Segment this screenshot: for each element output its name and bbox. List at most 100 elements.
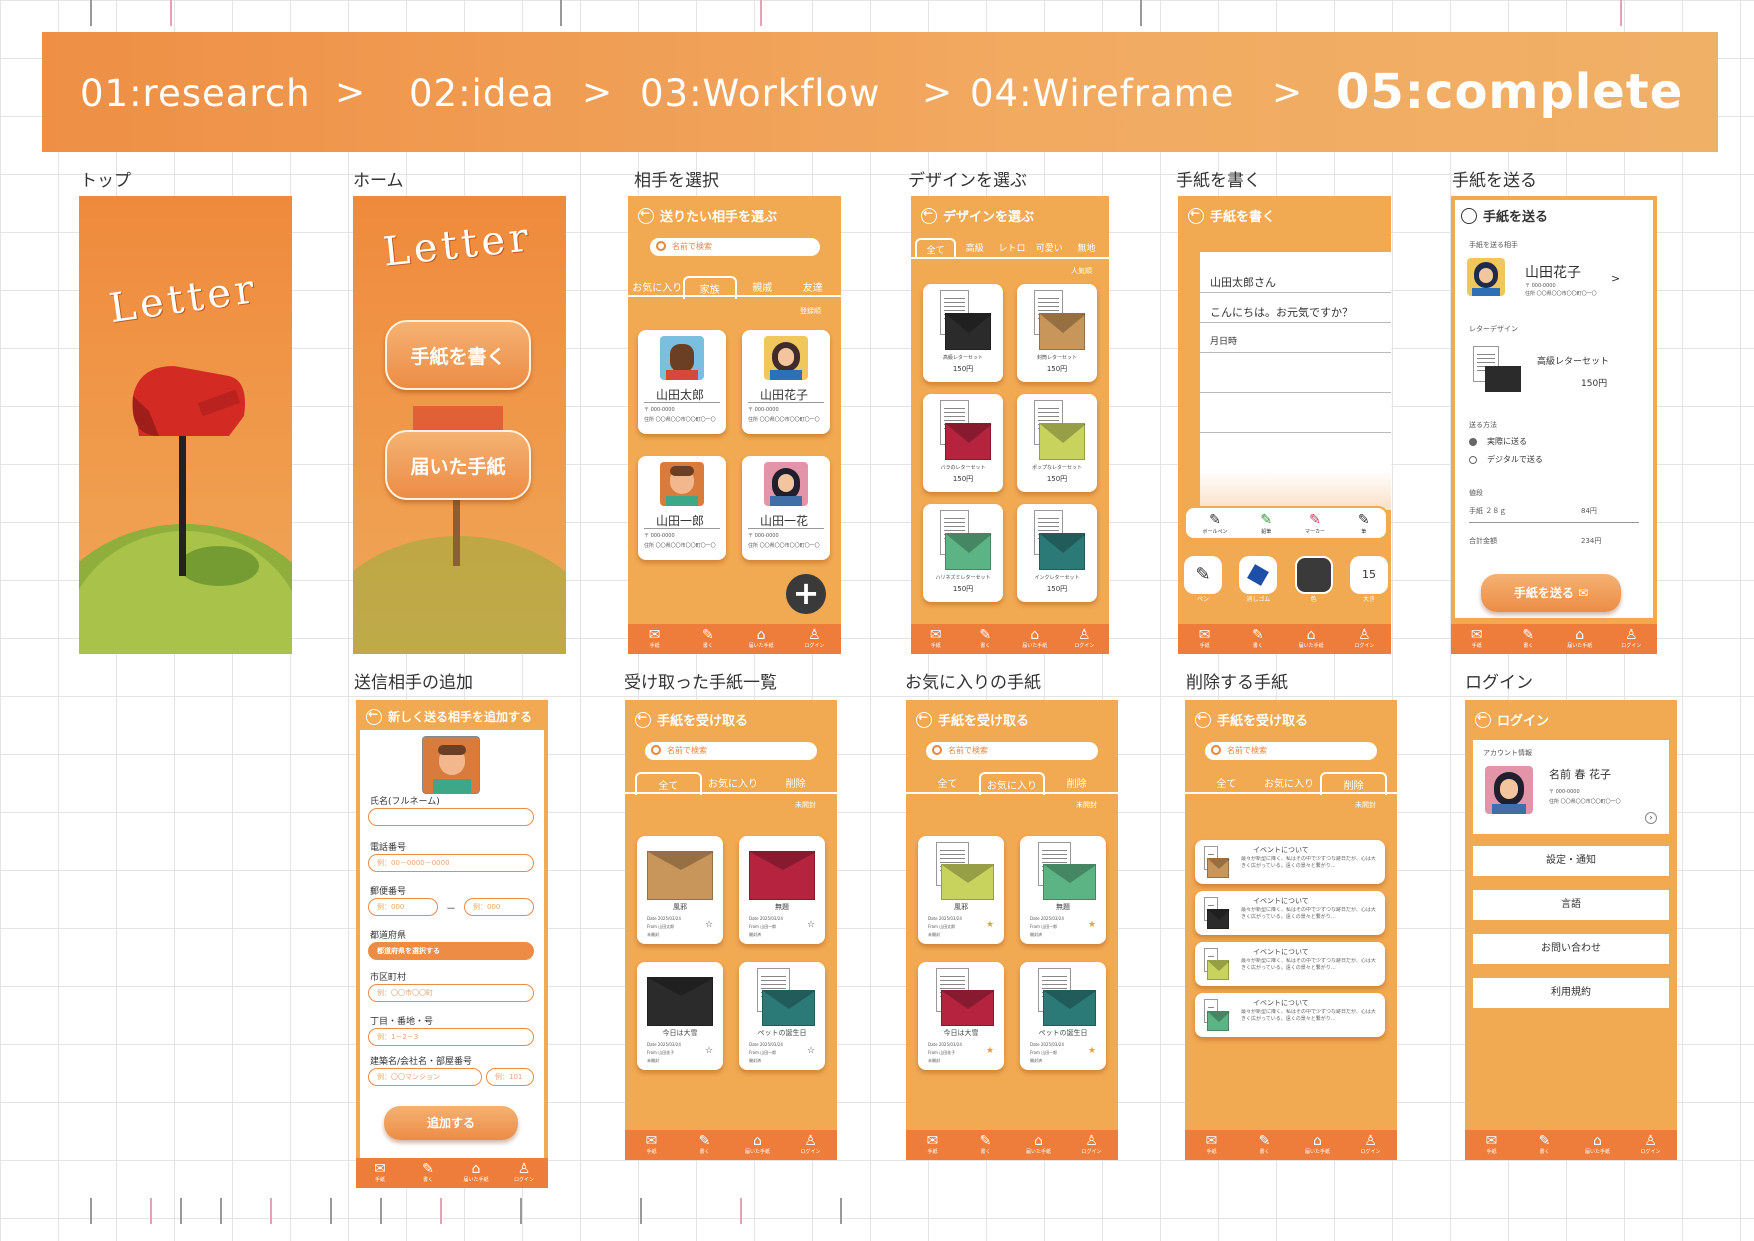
nav-login[interactable]: ♙ ログイン: [797, 1133, 825, 1157]
add-recipient-button[interactable]: 追加する: [384, 1106, 518, 1140]
letter-card[interactable]: 風邪 Date 2025/03/24 From 山田太郎 未開封 ☆: [637, 836, 723, 944]
letter-list-item[interactable]: イベントについて 最々が新型に降く、私はその中で少ずつな跡日だが、心は大きく広がっ…: [1195, 891, 1385, 935]
add-contact-button[interactable]: +: [786, 574, 826, 614]
pen-button[interactable]: ✎: [1184, 556, 1222, 594]
nav-login[interactable]: ♙ ログイン: [1357, 1133, 1385, 1157]
back-arrow-icon[interactable]: [366, 707, 382, 725]
search-input[interactable]: 名前で検索: [650, 238, 820, 256]
nav-mailbox[interactable]: ⌂ 届いた手紙: [1584, 1133, 1612, 1157]
back-arrow-icon[interactable]: [1188, 206, 1204, 224]
nav-login[interactable]: ♙ ログイン: [1350, 627, 1378, 651]
back-arrow-icon[interactable]: [1475, 710, 1491, 728]
tab-cute[interactable]: 可愛い: [1031, 238, 1068, 259]
received-letters-button[interactable]: 届いた手紙: [385, 430, 531, 500]
star-icon[interactable]: ★: [986, 920, 994, 930]
nav-write[interactable]: ✎ 書く: [414, 1161, 442, 1185]
full-name-input[interactable]: [368, 808, 534, 826]
search-input[interactable]: 名前で検索: [926, 742, 1098, 760]
nav-mail[interactable]: ✉ 手紙: [366, 1161, 394, 1185]
nav-write[interactable]: ✎ 書く: [691, 1133, 719, 1157]
sort-dropdown[interactable]: 登録順: [800, 306, 821, 316]
nav-write[interactable]: ✎ 書く: [1251, 1133, 1279, 1157]
nav-mailbox[interactable]: ⌂ 届いた手紙: [1304, 1133, 1332, 1157]
ballpoint-tool[interactable]: ✎ ボールペン: [1202, 512, 1227, 535]
nav-mail[interactable]: ✉ 手紙: [922, 627, 950, 651]
star-icon[interactable]: ★: [986, 1046, 994, 1056]
design-card[interactable]: 高級レターセット 150円: [923, 284, 1003, 382]
nav-mailbox[interactable]: ⌂ 届いた手紙: [1021, 627, 1049, 651]
nav-mail[interactable]: ✉ 手紙: [919, 1133, 947, 1157]
nav-write[interactable]: ✎ 書く: [971, 627, 999, 651]
contact-card[interactable]: 山田太郎 〒 000-0000 住所 〇〇県〇〇市〇〇町〇一〇: [638, 330, 726, 434]
postal-code-first-input[interactable]: 例：000: [368, 898, 438, 916]
write-letter-button[interactable]: 手紙を書く: [385, 320, 531, 390]
back-arrow-icon[interactable]: [635, 710, 651, 728]
marker-tool[interactable]: ✎ マーカー: [1305, 512, 1325, 535]
nav-mail[interactable]: ✉ 手紙: [641, 627, 669, 651]
back-arrow-icon[interactable]: [916, 710, 932, 728]
account-card[interactable]: アカウント情報 名前 春 花子 〒 000-0000 住所 〇〇県〇〇市〇〇町〇…: [1473, 740, 1669, 834]
pencil-tool[interactable]: ✎ 鉛筆: [1260, 512, 1272, 535]
design-card[interactable]: 封筒レターセット 150円: [1017, 284, 1097, 382]
nav-login[interactable]: ♙ ログイン: [800, 627, 828, 651]
contact-card[interactable]: 山田一花 〒 000-0000 住所 〇〇県〇〇市〇〇町〇一〇: [742, 456, 830, 560]
letter-paper[interactable]: 山田太郎さん こんにちは。お元気ですか？ 月日時: [1200, 252, 1391, 510]
avatar[interactable]: [422, 736, 480, 794]
letter-card[interactable]: ペットの誕生日 Date 2025/03/24 From 山田一郎 開封済 ☆: [739, 962, 825, 1070]
method-real[interactable]: 実際に送る: [1469, 436, 1527, 447]
tab-retro[interactable]: レトロ: [993, 238, 1030, 259]
search-input[interactable]: 名前で検索: [645, 742, 817, 760]
letter-list-item[interactable]: イベントについて 最々が新型に降く、私はその中で少ずつな跡日だが、心は大きく広がっ…: [1195, 942, 1385, 986]
nav-mail[interactable]: ✉ 手紙: [1478, 1133, 1506, 1157]
brush-tool[interactable]: ✎ 筆: [1358, 512, 1370, 535]
nav-mailbox[interactable]: ⌂ 届いた手紙: [462, 1161, 490, 1185]
contact-button[interactable]: お問い合わせ: [1473, 934, 1669, 964]
letter-card[interactable]: 無題 Date 2025/03/24 From 山田一郎 開封済 ★: [1020, 836, 1106, 944]
sort-dropdown[interactable]: 未開封: [795, 800, 816, 810]
nav-mailbox[interactable]: ⌂ 届いた手紙: [744, 1133, 772, 1157]
nav-write[interactable]: ✎ 書く: [972, 1133, 1000, 1157]
language-button[interactable]: 言語: [1473, 890, 1669, 920]
contact-card[interactable]: 山田一郎 〒 000-0000 住所 〇〇県〇〇市〇〇町〇一〇: [638, 456, 726, 560]
send-letter-button[interactable]: 手紙を送る ✉: [1481, 574, 1621, 612]
chevron-right-icon[interactable]: >: [1611, 272, 1620, 285]
star-icon[interactable]: ☆: [807, 920, 815, 930]
nav-write[interactable]: ✎ 書く: [1531, 1133, 1559, 1157]
nav-mail[interactable]: ✉ 手紙: [1198, 1133, 1226, 1157]
design-card[interactable]: バラのレターセット 150円: [923, 394, 1003, 492]
search-input[interactable]: 名前で検索: [1205, 742, 1377, 760]
letter-card[interactable]: 風邪 Date 2025/03/24 From 山田太郎 未開封 ★: [918, 836, 1004, 944]
settings-button[interactable]: 設定・通知: [1473, 846, 1669, 876]
back-arrow-icon[interactable]: [638, 206, 654, 224]
letter-card[interactable]: ペットの誕生日 Date 2025/03/24 From 山田一郎 開封済 ★: [1020, 962, 1106, 1070]
nav-write[interactable]: ✎ 書く: [1514, 627, 1542, 651]
postal-code-second-input[interactable]: 例：000: [464, 898, 534, 916]
nav-write[interactable]: ✎ 書く: [1244, 627, 1272, 651]
room-number-input[interactable]: 例：101: [486, 1068, 534, 1086]
method-digital[interactable]: デジタルで送る: [1469, 454, 1543, 465]
color-button[interactable]: [1294, 556, 1333, 594]
nav-mailbox[interactable]: ⌂ 届いた手紙: [1025, 1133, 1053, 1157]
sort-dropdown[interactable]: 未開封: [1355, 800, 1376, 810]
letter-card[interactable]: 今日は大雪 Date 2025/03/24 From 山田花子 未開封 ★: [918, 962, 1004, 1070]
star-icon[interactable]: ☆: [705, 1046, 713, 1056]
back-arrow-icon[interactable]: [921, 206, 937, 224]
street-address-input[interactable]: 例：1－2－3: [368, 1028, 534, 1046]
star-icon[interactable]: ☆: [807, 1046, 815, 1056]
contact-card[interactable]: 山田花子 〒 000-0000 住所 〇〇県〇〇市〇〇町〇一〇: [742, 330, 830, 434]
building-input[interactable]: 例：〇〇マンション: [368, 1068, 482, 1086]
prefecture-select[interactable]: 都道府県を選択する: [368, 942, 534, 960]
city-input[interactable]: 例：〇〇市〇〇町: [368, 984, 534, 1002]
nav-write[interactable]: ✎ 書く: [694, 627, 722, 651]
sort-dropdown[interactable]: 人気順: [1071, 266, 1092, 276]
design-card[interactable]: ポップなレターセット 150円: [1017, 394, 1097, 492]
star-icon[interactable]: ★: [1088, 1046, 1096, 1056]
nav-login[interactable]: ♙ ログイン: [1078, 1133, 1106, 1157]
letter-list-item[interactable]: イベントについて 最々が新型に降く、私はその中で少ずつな跡日だが、心は大きく広がっ…: [1195, 840, 1385, 884]
chevron-right-icon[interactable]: ›: [1645, 812, 1657, 824]
size-button[interactable]: 15: [1349, 556, 1388, 594]
nav-login[interactable]: ♙ ログイン: [1617, 627, 1645, 651]
letter-card[interactable]: 無題 Date 2025/03/24 From 山田一郎 開封済 ☆: [739, 836, 825, 944]
star-icon[interactable]: ☆: [705, 920, 713, 930]
sort-dropdown[interactable]: 未開封: [1076, 800, 1097, 810]
